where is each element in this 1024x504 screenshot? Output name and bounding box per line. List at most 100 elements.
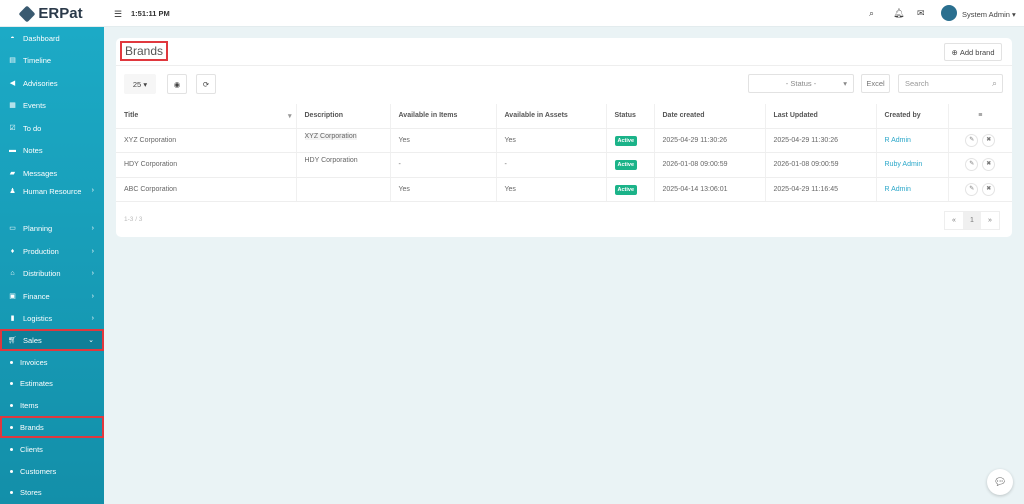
- sidebar-item-to-do[interactable]: ☑ To do: [0, 117, 104, 139]
- chevron-down-icon: ▾: [843, 79, 847, 88]
- sidebar-item-label: To do: [23, 123, 42, 133]
- next-page-button[interactable]: »: [981, 212, 999, 229]
- bullet-icon: [10, 404, 13, 408]
- sidebar-item-finance[interactable]: ▣ Finance ›: [0, 285, 104, 307]
- delete-button[interactable]: ✖: [982, 158, 996, 172]
- bell-icon[interactable]: 🔔︎: [893, 8, 904, 19]
- edit-button[interactable]: ✎: [965, 133, 979, 147]
- sidebar-item-label: Planning: [23, 223, 53, 233]
- page-1-button[interactable]: 1: [963, 212, 981, 229]
- col-available-items[interactable]: Available in Items: [390, 104, 497, 129]
- col-status[interactable]: Status: [606, 104, 655, 129]
- description-text: HDY Corporation: [304, 157, 358, 164]
- logo[interactable]: ERPat: [0, 0, 104, 27]
- delete-button[interactable]: ✖: [982, 133, 996, 147]
- logo-text: ERPat: [38, 5, 83, 22]
- cell-date-created: 2025-04-14 13:06:01: [654, 177, 766, 202]
- sidebar-subitem-brands[interactable]: Brands: [0, 416, 104, 439]
- sidebar-subitem-stores[interactable]: Stores: [0, 482, 104, 504]
- col-available-assets[interactable]: Available in Assets: [496, 104, 607, 129]
- subitem-label: Customers: [20, 466, 57, 476]
- created-by-link[interactable]: Ruby Admin: [885, 161, 923, 168]
- avatar[interactable]: [941, 5, 957, 21]
- refresh-icon: ⟳: [202, 79, 210, 89]
- close-icon: ✖: [986, 136, 992, 143]
- cell-status: Active: [606, 152, 655, 178]
- cell-created-by: Ruby Admin: [876, 152, 949, 178]
- sidebar-subitem-customers[interactable]: Customers: [0, 460, 104, 482]
- sidebar-item-advisories[interactable]: ◀ Advisories: [0, 72, 104, 94]
- sidebar-item-label: Timeline: [23, 55, 52, 65]
- sidebar-subitem-items[interactable]: Items: [0, 395, 104, 417]
- cell-last-updated: 2025-04-29 11:30:26: [765, 128, 877, 153]
- calendar-icon: ▦: [9, 102, 16, 109]
- col-title[interactable]: Title ▾: [116, 104, 297, 129]
- brands-card: Brands ⊕ Add brand 25 ▾ ◉ ⟳ - Status - ▾ …: [116, 38, 1012, 237]
- col-description[interactable]: Description: [296, 104, 391, 129]
- megaphone-icon: ◀: [9, 80, 16, 87]
- page-size-select[interactable]: 25 ▾: [124, 74, 156, 94]
- chat-icon: 💬︎: [993, 476, 1007, 488]
- delete-button[interactable]: ✖: [982, 182, 996, 196]
- column-visibility-button[interactable]: ◉: [167, 74, 187, 94]
- sidebar-item-distribution[interactable]: ⌂ Distribution ›: [0, 262, 104, 284]
- checkbox-icon: ☑: [9, 125, 16, 132]
- bullet-icon: [10, 382, 13, 386]
- sidebar-subitem-invoices[interactable]: Invoices: [0, 351, 104, 373]
- bullet-icon: [10, 469, 13, 473]
- cell-date-created: 2026-01-08 09:00:59: [654, 152, 766, 178]
- menu-toggle-icon[interactable]: ☰: [114, 9, 122, 20]
- users-icon: ♟: [9, 188, 16, 195]
- page-size-value: 25: [132, 79, 142, 89]
- sidebar-item-planning[interactable]: ▭ Planning ›: [0, 217, 104, 239]
- user-menu[interactable]: System Admin ▾: [962, 10, 1016, 19]
- chat-button[interactable]: 💬︎: [987, 469, 1013, 495]
- chevron-right-icon: ›: [91, 269, 94, 277]
- prev-page-button[interactable]: «: [945, 212, 963, 229]
- sidebar-item-label: Human Resource: [23, 187, 82, 196]
- sidebar-item-human-resource[interactable]: ♟ Human Resource ›: [0, 184, 104, 214]
- col-created-by[interactable]: Created by: [876, 104, 949, 129]
- message-icon: ▰: [9, 170, 16, 177]
- cell-status: Active: [606, 177, 655, 202]
- excel-button[interactable]: Excel: [861, 74, 890, 93]
- sidebar-item-label: Distribution: [23, 268, 61, 278]
- sidebar-item-messages[interactable]: ▰ Messages: [0, 162, 104, 184]
- sidebar-item-production[interactable]: ♦ Production ›: [0, 240, 104, 262]
- pencil-icon: ✎: [969, 161, 975, 168]
- sidebar-item-dashboard[interactable]: ◓ Dashboard: [0, 27, 104, 49]
- sidebar-item-logistics[interactable]: ▮ Logistics ›: [0, 307, 104, 329]
- search-input[interactable]: Search ⌕: [898, 74, 1003, 93]
- col-date-created[interactable]: Date created: [654, 104, 766, 129]
- chevron-down-icon: ⌄: [88, 337, 94, 344]
- refresh-button[interactable]: ⟳: [196, 74, 216, 94]
- created-by-link[interactable]: R Admin: [885, 186, 911, 193]
- excel-label: Excel: [866, 79, 885, 88]
- add-brand-label: Add brand: [959, 47, 995, 57]
- sidebar-item-notes[interactable]: ▬ Notes: [0, 139, 104, 161]
- created-by-link[interactable]: R Admin: [885, 137, 911, 144]
- search-icon: ⌕: [991, 78, 997, 88]
- status-badge: Active: [614, 135, 638, 146]
- cell-created-by: R Admin: [876, 128, 949, 153]
- sidebar-subitem-estimates[interactable]: Estimates: [0, 373, 104, 395]
- bullet-icon: [10, 360, 13, 364]
- mail-icon[interactable]: ✉: [917, 8, 925, 19]
- search-icon[interactable]: ⌕: [869, 8, 874, 19]
- sidebar-item-label: Messages: [23, 168, 58, 178]
- pagination: « 1 »: [944, 211, 1000, 230]
- sidebar-item-timeline[interactable]: ▤ Timeline: [0, 49, 104, 71]
- sidebar-subitem-clients[interactable]: Clients: [0, 438, 104, 460]
- sidebar-item-events[interactable]: ▦ Events: [0, 94, 104, 116]
- chevron-right-icon: ›: [91, 292, 94, 300]
- timeline-icon: ▤: [9, 57, 16, 64]
- cell-actions: ✎ ✖: [948, 177, 1012, 202]
- col-last-updated[interactable]: Last Updated: [765, 104, 877, 129]
- sidebar-item-sales[interactable]: 🛒︎ Sales ⌄: [0, 329, 104, 351]
- edit-button[interactable]: ✎: [965, 158, 979, 172]
- col-actions: ≡: [948, 104, 1012, 129]
- status-filter[interactable]: - Status - ▾: [748, 74, 854, 93]
- record-count: 1-3 / 3: [124, 216, 143, 223]
- add-brand-button[interactable]: ⊕ Add brand: [944, 43, 1002, 61]
- edit-button[interactable]: ✎: [965, 182, 979, 196]
